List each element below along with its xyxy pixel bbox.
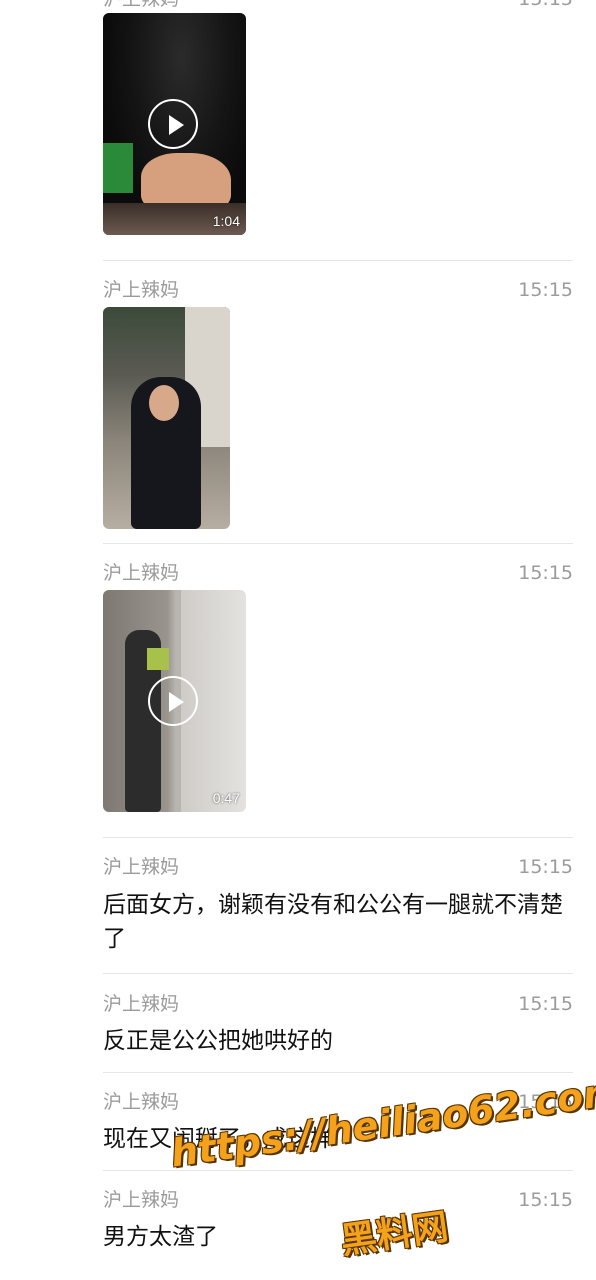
sender-name[interactable]: 沪上辣妈 (103, 279, 179, 301)
video-thumbnail[interactable]: 1:04 (103, 13, 246, 235)
message-header: 沪上辣妈 15:15 (103, 279, 573, 301)
divider (103, 837, 573, 838)
play-icon[interactable] (148, 676, 198, 726)
video-thumbnail[interactable]: 0:47 (103, 590, 246, 812)
message-time: 15:15 (518, 562, 573, 584)
message-time: 15:15 (518, 279, 573, 301)
divider (103, 260, 573, 261)
message-feed: 沪上辣妈 15:15 1:04 沪上辣妈 15:15 沪上辣妈 15:15 0:… (0, 0, 596, 1280)
message-time: 15:15 (518, 993, 573, 1015)
sender-name[interactable]: 沪上辣妈 (103, 0, 179, 10)
divider (103, 1072, 573, 1073)
divider (103, 543, 573, 544)
message-text: 后面女方，谢颖有没有和公公有一腿就不清楚了 (103, 892, 563, 952)
message-header: 沪上辣妈 15:15 (103, 1189, 573, 1211)
message-time: 15:15 (518, 0, 573, 10)
divider (103, 973, 573, 974)
image-thumbnail[interactable] (103, 307, 230, 529)
video-frame-art (147, 648, 169, 670)
video-duration: 1:04 (212, 213, 240, 229)
image-frame-art (149, 385, 179, 421)
message-header: 沪上辣妈 15:15 (103, 856, 573, 878)
sender-name[interactable]: 沪上辣妈 (103, 1189, 179, 1211)
message-header: 沪上辣妈 15:15 (103, 562, 573, 584)
sender-name[interactable]: 沪上辣妈 (103, 993, 179, 1015)
message-header: 沪上辣妈 15:15 (103, 0, 573, 10)
play-icon[interactable] (148, 99, 198, 149)
message-header: 沪上辣妈 15:15 (103, 993, 573, 1015)
video-frame-art (103, 143, 133, 193)
sender-name[interactable]: 沪上辣妈 (103, 562, 179, 584)
watermark-url: https://heiliao62.com (168, 1068, 596, 1176)
sender-name[interactable]: 沪上辣妈 (103, 856, 179, 878)
message-time: 15:15 (518, 1189, 573, 1211)
sender-name[interactable]: 沪上辣妈 (103, 1091, 179, 1113)
message-text: 反正是公公把她哄好的 (103, 1028, 333, 1054)
message-time: 15:15 (518, 856, 573, 878)
video-duration: 0:47 (212, 790, 240, 806)
